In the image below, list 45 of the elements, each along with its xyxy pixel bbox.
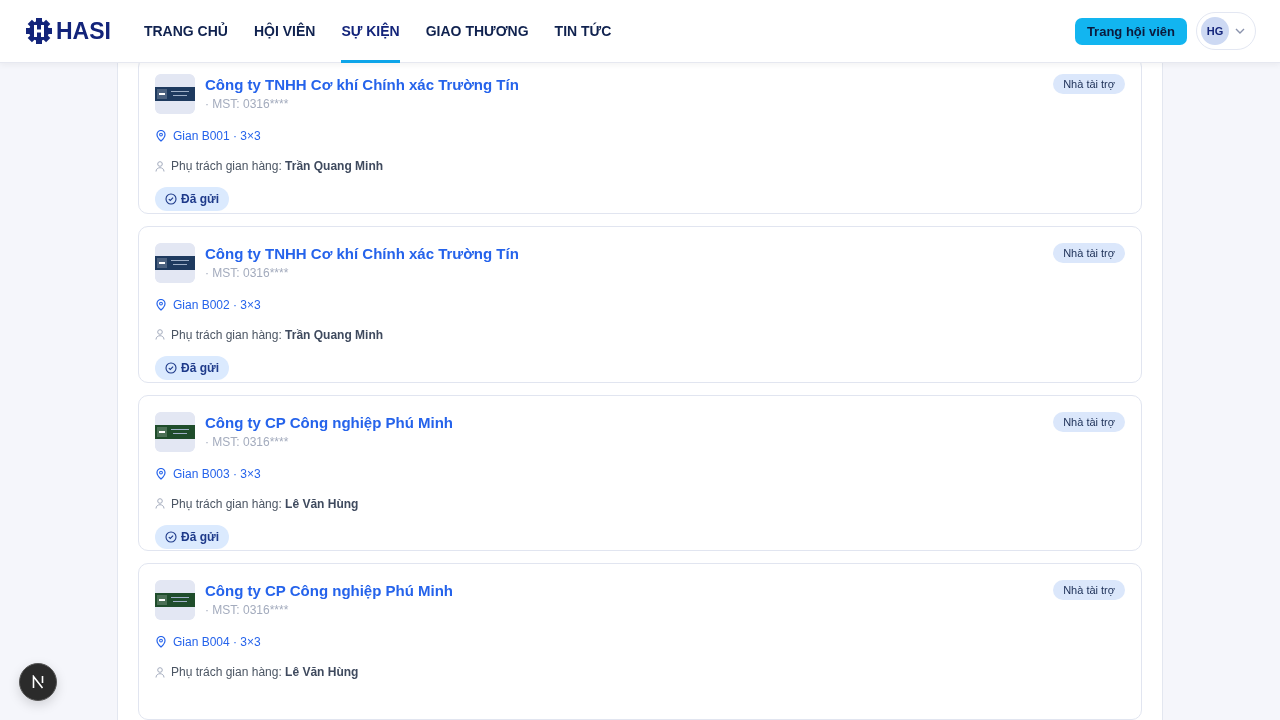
sponsor-tag: Nhà tài trợ [1053,242,1125,263]
booth-location: Gian B002 · 3×3 [173,297,261,312]
sponsor-tag: Nhà tài trợ [1053,580,1125,601]
member-page-button[interactable]: Trang hội viên [1074,17,1187,45]
sponsor-tag: Nhà tài trợ [1053,74,1125,94]
booth-location: Gian B003 · 3×3 [173,466,261,481]
booth-manager: Phụ trách gian hàng: Trần Quang Minh [171,159,384,173]
tax-id: · MST: 0316**** [205,97,290,111]
check-circle-icon [165,193,177,205]
person-icon [155,666,165,678]
booth-manager: Phụ trách gian hàng: Trần Quang Minh [171,327,384,342]
company-name[interactable]: Công ty CP Công nghiệp Phú Minh [205,582,1044,600]
nav-tab[interactable]: TRANG CHỦ [143,0,228,63]
company-name[interactable]: Công ty CP Công nghiệp Phú Minh [205,413,1044,431]
tax-id: · MST: 0316**** [205,265,290,280]
check-circle-icon [165,361,177,374]
logo-text: HASI [56,17,111,45]
location-pin-icon [155,636,167,649]
chevron-down-icon [1235,28,1245,34]
sponsor-tag: Nhà tài trợ [1053,411,1125,432]
nav-tab[interactable]: TIN TỨC [554,0,612,63]
company-name[interactable]: Công ty TNHH Cơ khí Chính xác Trường Tín [205,76,1044,93]
booth-location: Gian B004 · 3×3 [173,635,261,650]
booth-manager: Phụ trách gian hàng: Lê Văn Hùng [171,665,359,680]
person-icon [155,329,165,341]
dev-tools-button[interactable] [19,663,57,701]
logo-icon [32,675,44,689]
status-pill: Đã gửi [155,355,230,380]
location-pin-icon [155,467,167,480]
gear-logo-icon [25,17,53,45]
nav-tab[interactable]: HỘI VIÊN [253,0,316,63]
person-icon [155,160,165,172]
nav-tab[interactable]: GIAO THƯƠNG [425,0,529,63]
status-pill: Đã gửi [155,187,230,211]
booth-location: Gian B001 · 3×3 [173,129,261,143]
company-name[interactable]: Công ty TNHH Cơ khí Chính xác Trường Tín [205,244,1044,262]
tax-id: · MST: 0316**** [205,434,290,449]
location-pin-icon [155,298,167,311]
check-circle-icon [165,530,177,543]
booth-manager: Phụ trách gian hàng: Lê Văn Hùng [171,496,359,511]
avatar: HG [1201,17,1229,45]
person-icon [155,498,165,509]
status-pill: Đã gửi [155,524,230,549]
location-pin-icon [155,130,167,142]
tax-id: · MST: 0316**** [205,603,290,618]
